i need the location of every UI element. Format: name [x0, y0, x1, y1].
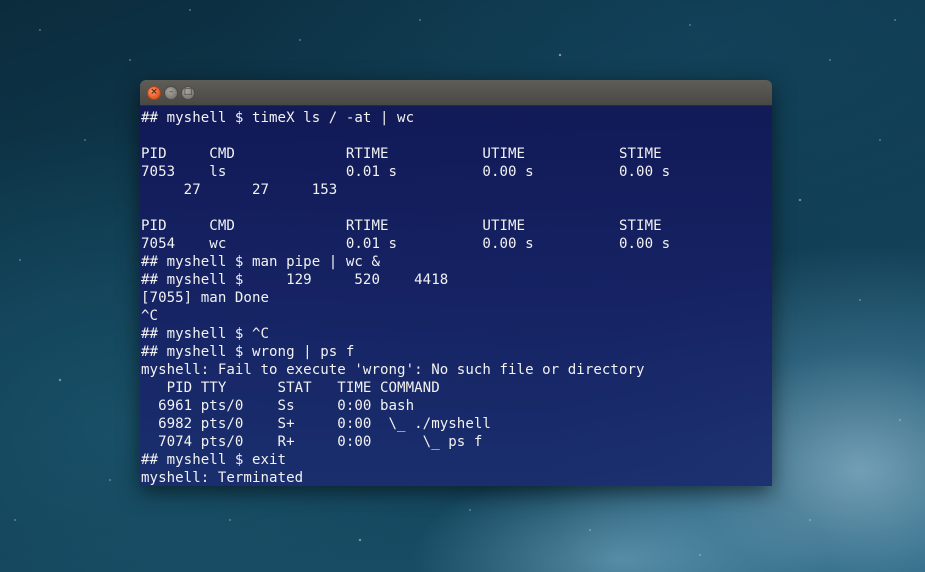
terminal-line: myshell: Fail to execute 'wrong': No suc…: [141, 362, 645, 378]
close-icon: ×: [150, 87, 158, 97]
terminal-line: ## myshell $ exit: [141, 452, 287, 468]
window-titlebar[interactable]: × – □: [140, 80, 772, 106]
maximize-icon: □: [183, 87, 193, 97]
maximize-button[interactable]: □: [181, 85, 195, 100]
terminal-line: 6982 pts/0 S+ 0:00 \_ ./myshell: [141, 416, 491, 432]
terminal-line: 7053 ls 0.01 s 0.00 s 0.00 s: [141, 164, 671, 180]
terminal-line: [7055] man Done: [141, 290, 270, 306]
terminal-line: PID CMD RTIME UTIME STIME: [141, 146, 662, 162]
terminal-line: ## myshell $ man pipe | wc &: [141, 254, 380, 270]
terminal-line: PID TTY STAT TIME COMMAND: [141, 380, 440, 396]
terminal-line: 7054 wc 0.01 s 0.00 s 0.00 s: [141, 236, 671, 252]
terminal-line: myshell: Terminated: [141, 470, 304, 486]
terminal-line: ## myshell $ 129 520 4418: [141, 272, 449, 288]
terminal-line: 6961 pts/0 Ss 0:00 bash: [141, 398, 415, 414]
close-button[interactable]: ×: [147, 85, 161, 100]
terminal-line: 27 27 153: [141, 182, 338, 198]
terminal-line: ## myshell $ ^C: [141, 326, 270, 342]
terminal-output[interactable]: ## myshell $ timeX ls / -at | wc PID CMD…: [140, 106, 772, 486]
terminal-window[interactable]: × – □ ## myshell $ timeX ls / -at | wc P…: [140, 80, 772, 486]
minimize-button[interactable]: –: [164, 85, 178, 100]
terminal-line: PID CMD RTIME UTIME STIME: [141, 218, 662, 234]
minimize-icon: –: [168, 87, 174, 97]
terminal-line: ^C: [141, 308, 159, 324]
terminal-line: ## myshell $ timeX ls / -at | wc: [141, 110, 415, 126]
terminal-line: ## myshell $ wrong | ps f: [141, 344, 355, 360]
terminal-line: 7074 pts/0 R+ 0:00 \_ ps f: [141, 434, 483, 450]
